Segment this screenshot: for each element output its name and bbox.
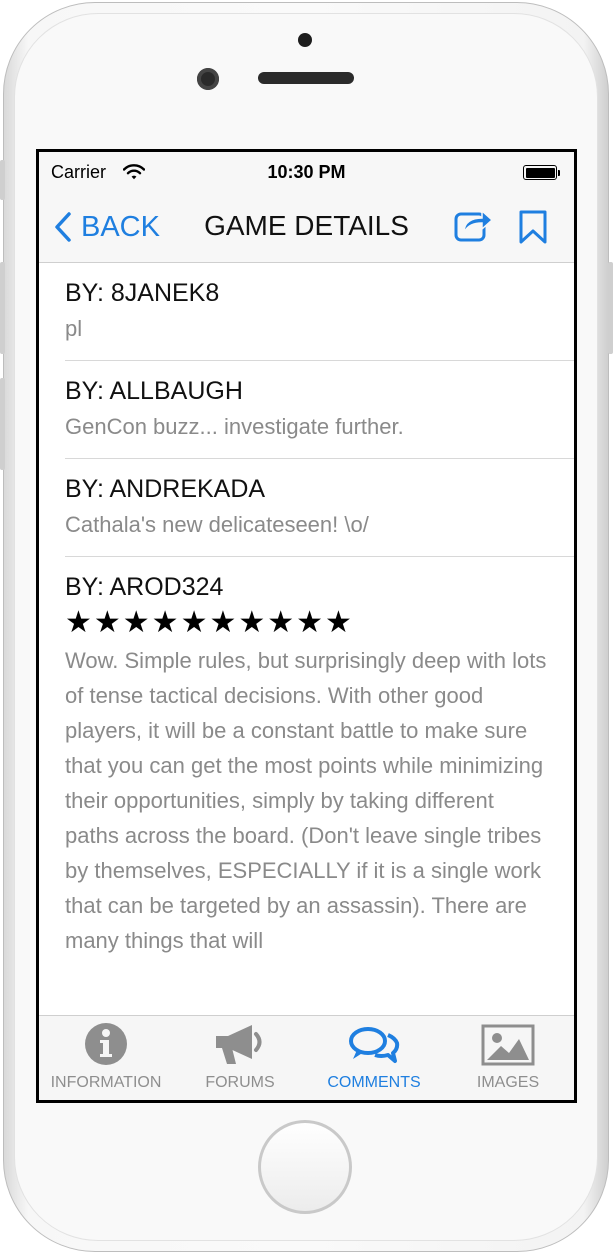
info-icon bbox=[39, 1016, 173, 1066]
comment-item[interactable]: BY: ALLBAUGH GenCon buzz... investigate … bbox=[65, 361, 574, 459]
comment-text: Wow. Simple rules, but surprisingly deep… bbox=[65, 648, 547, 953]
comment-item[interactable]: BY: ANDREKADA Cathala's new delicateseen… bbox=[65, 459, 574, 557]
image-icon bbox=[441, 1016, 574, 1066]
display: Carrier 10:30 PM BACK GAME DETAILS BY: 8… bbox=[39, 152, 574, 1100]
comment-author: BY: ANDREKADA bbox=[65, 475, 266, 503]
tab-label: INFORMATION bbox=[50, 1074, 162, 1091]
megaphone-icon bbox=[173, 1016, 307, 1066]
star-rating: ★★★★★★★★★★ bbox=[65, 606, 354, 639]
comment-item[interactable]: BY: 8JANEK8 pl bbox=[65, 263, 574, 361]
tab-label: COMMENTS bbox=[327, 1074, 421, 1091]
battery-icon bbox=[523, 165, 557, 180]
tab-comments[interactable]: COMMENTS bbox=[307, 1016, 441, 1100]
volume-up-button bbox=[0, 262, 5, 354]
comment-author: BY: AROD324 bbox=[65, 573, 224, 601]
tab-label: FORUMS bbox=[205, 1074, 275, 1091]
comment-item[interactable]: BY: AROD324 ★★★★★★★★★★ Wow. Simple rules… bbox=[65, 557, 574, 972]
comments-list[interactable]: BY: 8JANEK8 pl BY: ALLBAUGH GenCon buzz.… bbox=[39, 263, 574, 1015]
comment-author: BY: ALLBAUGH bbox=[65, 377, 243, 405]
tab-information[interactable]: INFORMATION bbox=[39, 1016, 173, 1100]
volume-down-button bbox=[0, 378, 5, 470]
comment-author: BY: 8JANEK8 bbox=[65, 279, 220, 307]
mute-switch bbox=[0, 160, 5, 200]
comment-text: pl bbox=[65, 316, 83, 341]
proximity-sensor bbox=[298, 33, 312, 47]
bookmark-icon[interactable] bbox=[518, 210, 548, 249]
navigation-bar: BACK GAME DETAILS bbox=[39, 192, 574, 263]
power-button bbox=[608, 262, 613, 354]
tab-forums[interactable]: FORUMS bbox=[173, 1016, 307, 1100]
front-camera bbox=[197, 68, 219, 90]
home-button[interactable] bbox=[258, 1120, 352, 1214]
share-icon[interactable] bbox=[454, 206, 494, 247]
chat-bubbles-icon bbox=[307, 1016, 441, 1066]
comment-text: GenCon buzz... investigate further. bbox=[65, 414, 404, 439]
screen: Carrier 10:30 PM BACK GAME DETAILS BY: 8… bbox=[36, 149, 577, 1103]
earpiece-speaker bbox=[258, 72, 354, 84]
tab-images[interactable]: IMAGES bbox=[441, 1016, 574, 1100]
battery-tip bbox=[558, 170, 560, 176]
comment-text: Cathala's new delicateseen! \o/ bbox=[65, 512, 369, 537]
tab-label: IMAGES bbox=[476, 1074, 540, 1091]
clock: 10:30 PM bbox=[267, 162, 346, 182]
tab-bar: INFORMATION FORUMS COMMENTS IMAGES bbox=[39, 1015, 574, 1100]
status-bar: Carrier 10:30 PM bbox=[39, 152, 574, 192]
